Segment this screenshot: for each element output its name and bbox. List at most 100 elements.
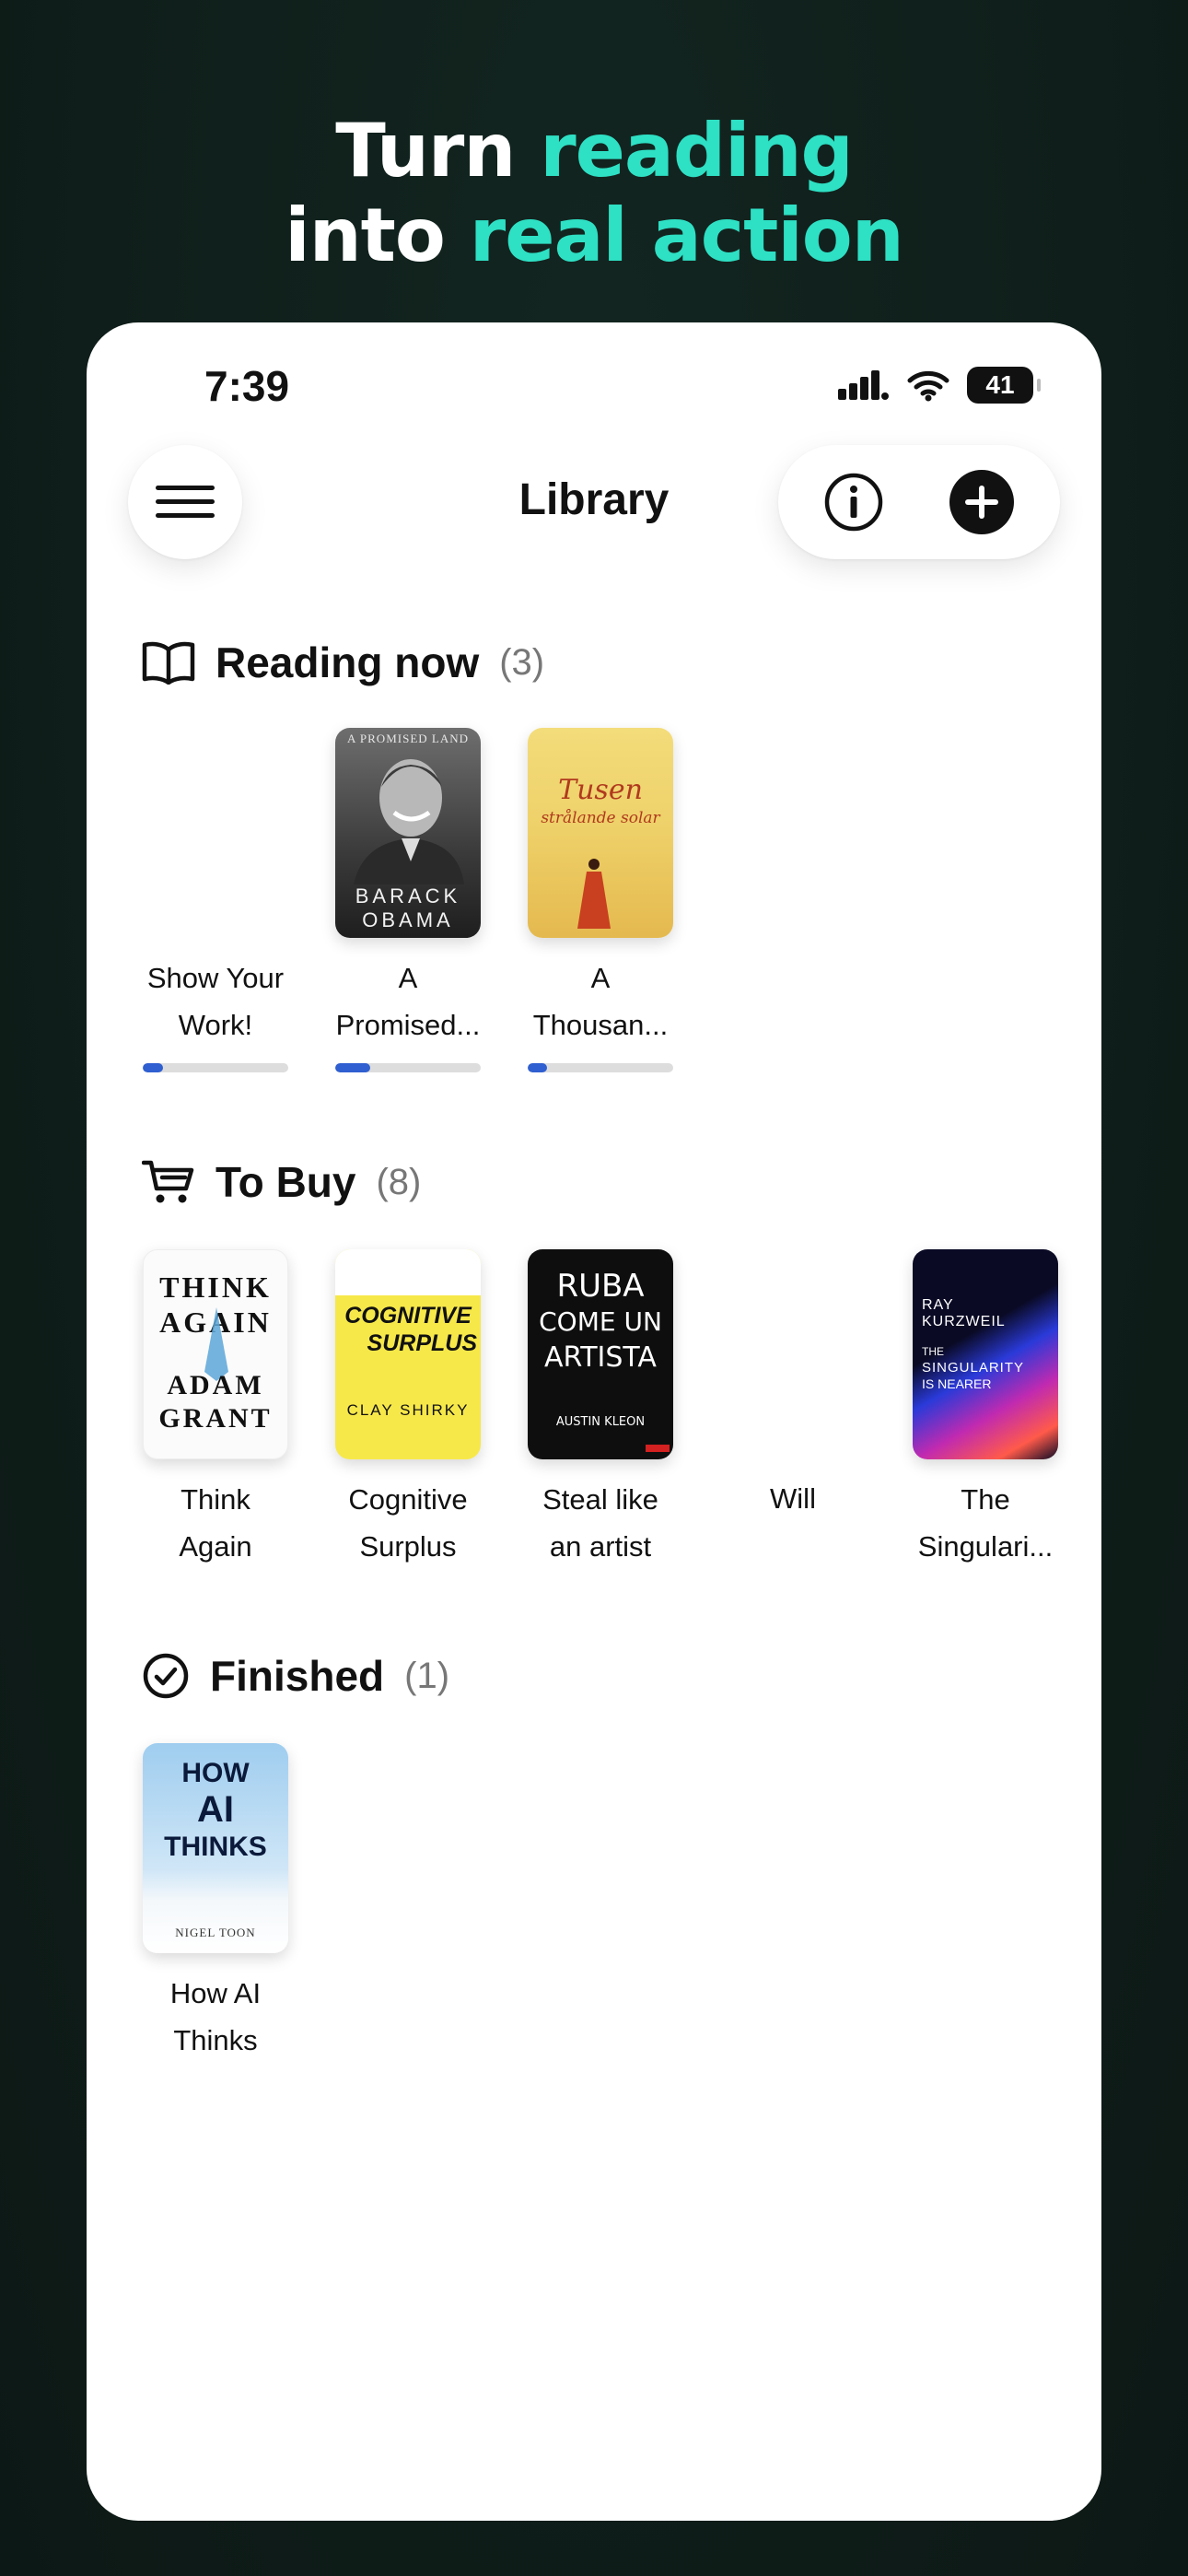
cover-author: CLAY SHIRKY <box>346 1401 470 1419</box>
book-item[interactable]: HOW AI THINKS NIGEL TOON How AI Thinks <box>133 1743 298 2064</box>
cover-text: A PROMISED LAND <box>346 732 469 745</box>
cover-title: Tusen <box>558 774 643 806</box>
book-cover: Tusen strålande solar <box>528 728 673 938</box>
hero-accent-text: real action <box>469 193 904 278</box>
book-title: Will <box>710 1452 876 1546</box>
book-cover: COGNITIVE SURPLUS CLAY SHIRKY <box>335 1249 481 1459</box>
cover-author: AUSTIN KLEON <box>555 1415 646 1429</box>
book-title-line: Again <box>179 1530 252 1563</box>
book-title-line: an artist <box>549 1530 652 1563</box>
book-title: The Singulari... <box>903 1476 1068 1570</box>
cover-band <box>335 1249 481 1295</box>
cover-subtitle: strålande solar <box>541 809 660 827</box>
section-count: (3) <box>499 641 545 683</box>
progress-fill <box>143 1063 164 1072</box>
section-count: (8) <box>376 1161 422 1202</box>
battery-icon: 41 <box>967 367 1041 404</box>
book-title-line: Show Your <box>146 962 285 994</box>
book-title-line: The <box>961 1483 1010 1516</box>
cover-title: COME UN <box>539 1306 662 1337</box>
book-title: Steal like an artist <box>518 1476 683 1570</box>
cover-placeholder <box>143 728 288 938</box>
book-item[interactable]: Will <box>710 1249 876 1546</box>
cover-title: THINKS <box>164 1832 267 1862</box>
section-to-buy[interactable]: To Buy (8) <box>142 1157 421 1207</box>
book-title: A Thousan... <box>518 954 683 1048</box>
cover-placeholder <box>720 1249 866 1459</box>
book-item[interactable]: THINK AGAIN ADAM GRANT Think Again <box>133 1249 298 1570</box>
cover-title: AI <box>197 1789 234 1830</box>
cover-author-first: BARACK <box>355 884 461 907</box>
book-title: How AI Thinks <box>133 1970 298 2064</box>
hero-line-1: Turn reading <box>0 109 1188 193</box>
book-item[interactable]: RUBA COME UN ARTISTA AUSTIN KLEON Steal … <box>518 1249 683 1570</box>
book-title-line: Work! <box>178 1009 253 1041</box>
section-title: Reading now <box>215 638 480 686</box>
book-title-line: Thousan... <box>532 1009 669 1041</box>
book-cover: A PROMISED LAND BARACK OBAMA <box>335 728 481 938</box>
book-title-line: Thinks <box>173 2024 258 2056</box>
nav-actions <box>778 445 1060 559</box>
section-title: To Buy <box>215 1158 356 1206</box>
check-circle-icon <box>143 1653 189 1699</box>
book-item[interactable]: RAY KURZWEIL THE SINGULARITY IS NEARER T… <box>903 1249 1068 1570</box>
book-title-line: A <box>398 962 418 994</box>
reading-progress-bar <box>143 1063 288 1072</box>
cover-title: IS NEARER <box>922 1376 992 1391</box>
cover-title: HOW <box>181 1758 250 1788</box>
hero-text: into <box>285 193 470 278</box>
progress-fill <box>528 1063 547 1072</box>
portrait-illustration <box>354 759 464 884</box>
cover-author: ADAM <box>167 1370 264 1400</box>
phone-screen: 7:39 41 Library Reading now (3) Show You… <box>87 322 1101 2521</box>
section-count: (1) <box>404 1655 450 1696</box>
cover-author: KURZWEIL <box>922 1314 1006 1329</box>
hero-line-2: into real action <box>0 193 1188 278</box>
book-open-icon <box>142 641 195 685</box>
reading-progress-bar <box>335 1063 481 1072</box>
book-title-line: Cognitive <box>348 1483 468 1516</box>
book-cover: THINK AGAIN ADAM GRANT <box>143 1249 288 1459</box>
status-time: 7:39 <box>204 362 290 410</box>
cover-title: SURPLUS <box>367 1330 477 1356</box>
section-finished[interactable]: Finished (1) <box>142 1651 449 1701</box>
book-item[interactable]: A PROMISED LAND BARACK OBAMA A Promised.… <box>325 728 491 1072</box>
battery-level: 41 <box>985 370 1015 399</box>
reading-progress-bar <box>528 1063 673 1072</box>
book-title-line: Steal like <box>542 1483 658 1516</box>
cover-title: THINK <box>159 1270 272 1304</box>
cover-title: RUBA <box>556 1268 645 1305</box>
cover-author: GRANT <box>158 1403 273 1434</box>
cover-author: RAY <box>922 1297 954 1313</box>
cellular-signal-icon <box>838 370 889 400</box>
cover-title: THE <box>922 1345 944 1358</box>
book-title-line: How AI <box>169 1977 262 2009</box>
status-icons: 41 <box>838 367 1041 404</box>
progress-fill <box>335 1063 370 1072</box>
book-title: Show Your Work! <box>133 954 298 1048</box>
book-cover: RUBA COME UN ARTISTA AUSTIN KLEON <box>528 1249 673 1459</box>
book-cover: HOW AI THINKS NIGEL TOON <box>143 1743 288 1953</box>
cart-icon <box>142 1160 194 1203</box>
cover-author-last: OBAMA <box>362 908 454 931</box>
book-title: Cognitive Surplus <box>325 1476 491 1570</box>
info-icon[interactable] <box>823 472 884 533</box>
book-item[interactable]: COGNITIVE SURPLUS CLAY SHIRKY Cognitive … <box>325 1249 491 1570</box>
book-title: Think Again <box>133 1476 298 1570</box>
section-title: Finished <box>210 1652 385 1700</box>
book-title-line: Singulari... <box>917 1530 1054 1563</box>
section-reading-now[interactable]: Reading now (3) <box>142 638 544 687</box>
book-cover: RAY KURZWEIL THE SINGULARITY IS NEARER <box>913 1249 1058 1459</box>
book-title-line: Will <box>770 1482 816 1515</box>
cover-title: COGNITIVE <box>344 1303 472 1329</box>
book-title-line: Think <box>181 1483 250 1516</box>
plus-circle-icon[interactable] <box>949 469 1015 535</box>
cover-title: ARTISTA <box>544 1341 657 1374</box>
book-item[interactable]: Tusen strålande solar A Thousan... <box>518 728 683 1072</box>
figure-illustration <box>577 859 611 929</box>
book-title-line: A <box>590 962 611 994</box>
wifi-icon <box>907 370 949 402</box>
book-title-line: Surplus <box>359 1530 457 1563</box>
hero-text: Turn <box>335 108 541 193</box>
book-item[interactable]: Show Your Work! <box>133 728 298 1072</box>
